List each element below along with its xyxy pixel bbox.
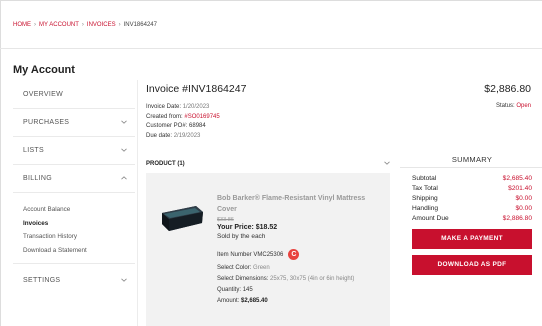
summary-table: Subtotal $2,685.40 Tax Total $201.40 Shipp… <box>412 174 532 224</box>
summary-label: Handling <box>412 205 439 212</box>
dimensions-value: 25x75, 30x75 (4in or 6in height) <box>270 276 355 282</box>
color-value: Green <box>253 265 270 271</box>
breadcrumb: HOME › MY ACCOUNT › INVOICES › INV1864247 <box>13 22 157 28</box>
c-badge-icon: C <box>288 249 300 260</box>
sidebar-item-lists[interactable]: LISTS <box>13 137 135 165</box>
summary-value: $2,886.80 <box>502 215 532 222</box>
product-image[interactable] <box>160 203 204 233</box>
summary-value: $0.00 <box>515 195 532 202</box>
summary-label: Amount Due <box>412 215 449 222</box>
created-from-label: Created from: <box>146 113 183 120</box>
make-payment-button[interactable]: MAKE A PAYMENT <box>412 229 532 249</box>
status-value: Open <box>516 103 531 109</box>
customer-po: Customer PO#: 68984 <box>146 122 220 132</box>
summary-title: SUMMARY <box>451 155 493 164</box>
your-price: Your Price: $18.52 <box>217 224 278 231</box>
product-name[interactable]: Bob Barker® Flame-Resistant Vinyl Mattre… <box>217 193 382 215</box>
quantity: Quantity: 145 <box>217 287 382 293</box>
created-from-link[interactable]: #SO0169745 <box>184 114 219 120</box>
select-color: Select Color: Green <box>217 265 382 271</box>
item-number: Item Number VMC25306 C <box>217 249 382 260</box>
invoice-date-value: 1/20/2023 <box>182 104 210 110</box>
submenu-item-download-statement[interactable]: Download a Statement <box>23 244 135 258</box>
status-badge: Status: Open <box>496 103 531 109</box>
submenu-item-invoices[interactable]: Invoices <box>23 217 135 231</box>
amount: Amount: $2,685.40 <box>217 298 382 304</box>
breadcrumb-my-account[interactable]: MY ACCOUNT <box>39 22 79 28</box>
breadcrumb-separator: › <box>34 22 36 28</box>
invoice-total: $2,886.80 <box>484 83 531 95</box>
summary-row-handling: Handling $0.00 <box>412 204 532 214</box>
invoice-meta: Invoice Date: 1/20/2023 Created from: #S… <box>146 103 220 141</box>
sidebar-item-billing[interactable]: BILLING <box>13 165 135 193</box>
summary-value: $2,685.40 <box>502 175 532 182</box>
sidebar-item-label: LISTS <box>23 147 44 154</box>
product-card: Bob Barker® Flame-Resistant Vinyl Mattre… <box>146 173 390 326</box>
chevron-down-icon <box>121 119 127 125</box>
summary-row-shipping: Shipping $0.00 <box>412 194 532 204</box>
product-header-label: PRODUCT (1) <box>146 161 185 167</box>
download-pdf-button[interactable]: DOWNLOAD AS PDF <box>412 255 532 275</box>
item-number-value: VMC25306 <box>253 251 284 258</box>
customer-po-value: 68984 <box>189 123 206 129</box>
summary-row-tax: Tax Total $201.40 <box>412 184 532 194</box>
sidebar-item-label: BILLING <box>23 175 52 182</box>
summary-row-subtotal: Subtotal $2,685.40 <box>412 174 532 184</box>
breadcrumb-separator: › <box>118 22 121 28</box>
billing-submenu: Account Balance Invoices Transaction His… <box>13 193 135 264</box>
summary-value: $0.00 <box>515 205 532 212</box>
sidebar-item-purchases[interactable]: PURCHASES <box>13 109 135 137</box>
breadcrumb-current: INV1864247 <box>123 22 157 28</box>
summary-value: $201.40 <box>508 185 532 192</box>
due-date-label: Due date: <box>146 132 173 139</box>
summary-label: Tax Total <box>412 185 438 192</box>
submenu-item-transaction-history[interactable]: Transaction History <box>23 230 135 244</box>
customer-po-label: Customer PO#: <box>146 123 188 129</box>
header-divider <box>0 48 542 49</box>
color-label: Select Color: <box>217 265 252 271</box>
sidebar-item-label: SETTINGS <box>23 276 61 284</box>
created-from: Created from: #SO0169745 <box>146 113 220 123</box>
sold-by: Sold by the each <box>217 233 266 240</box>
sidebar-divider <box>137 80 138 326</box>
summary-row-amount-due: Amount Due $2,886.80 <box>412 214 532 224</box>
select-dimensions: Select Dimensions: 25x75, 30x75 (4in or … <box>217 276 382 282</box>
chevron-down-icon <box>384 160 390 168</box>
breadcrumb-invoices[interactable]: INVOICES <box>87 22 116 28</box>
breadcrumb-home[interactable]: HOME <box>13 22 31 28</box>
due-date: Due date: 2/19/2023 <box>146 132 220 142</box>
sidebar-item-label: PURCHASES <box>23 119 70 126</box>
chevron-down-icon <box>121 147 127 153</box>
product-info: Bob Barker® Flame-Resistant Vinyl Mattre… <box>217 193 382 304</box>
summary-label: Subtotal <box>412 175 437 182</box>
invoice-title: Invoice #INV1864247 <box>146 83 247 95</box>
product-section-header[interactable]: PRODUCT (1) <box>146 161 390 167</box>
item-number-label: Item Number <box>217 251 252 258</box>
sidebar-item-settings[interactable]: SETTINGS <box>13 264 135 296</box>
amount-value: $2,685.40 <box>241 298 268 304</box>
sidebar-item-label: OVERVIEW <box>23 91 64 98</box>
chevron-up-icon <box>121 175 127 181</box>
breadcrumb-separator: › <box>81 22 84 28</box>
quantity-value: 145 <box>242 287 253 293</box>
invoice-date: Invoice Date: 1/20/2023 <box>146 103 220 113</box>
dimensions-label: Select Dimensions: <box>217 276 269 282</box>
sidebar-item-overview[interactable]: OVERVIEW <box>13 81 135 109</box>
summary-label: Shipping <box>412 195 438 202</box>
summary-divider <box>400 167 542 168</box>
amount-label: Amount: <box>217 298 240 304</box>
sidebar: OVERVIEW PURCHASES LISTS BILLING Account… <box>13 81 135 296</box>
page-title: My Account <box>13 64 75 76</box>
chevron-down-icon <box>121 277 127 283</box>
submenu-item-account-balance[interactable]: Account Balance <box>23 203 135 217</box>
due-date-value: 2/19/2023 <box>173 132 201 139</box>
quantity-label: Quantity: <box>217 287 242 293</box>
invoice-date-label: Invoice Date: <box>146 104 182 110</box>
status-label: Status: <box>495 103 515 109</box>
original-price: $33.86 <box>217 217 234 223</box>
